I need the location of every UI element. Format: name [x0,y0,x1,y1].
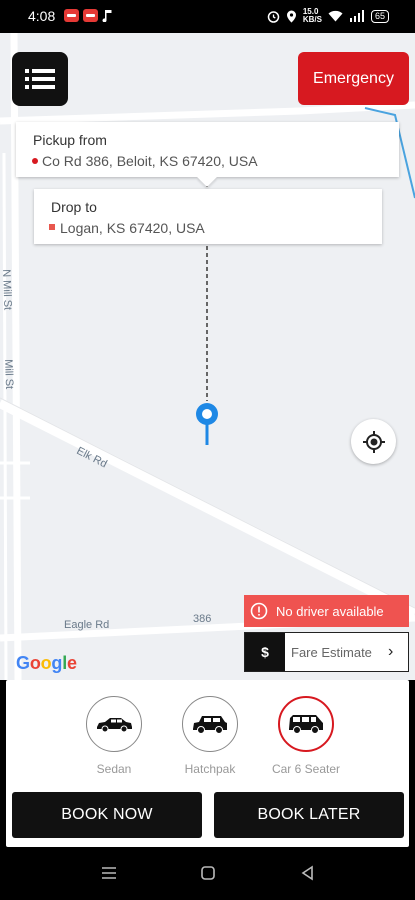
drop-address: Logan, KS 67420, USA [60,220,205,236]
speed-unit: KB/S [302,15,322,24]
crosshair-icon [362,430,385,453]
pickup-address: Co Rd 386, Beloit, KS 67420, USA [42,153,258,169]
vehicle-circle[interactable] [86,696,142,752]
wifi-icon [328,10,343,22]
vehicle-circle[interactable] [182,696,238,752]
my-location-button[interactable] [351,419,396,464]
vehicle-option-6-seater[interactable]: Car 6 Seater [256,696,356,776]
home-icon[interactable] [200,865,216,881]
system-status-icons: 15.0 KB/S 65 [267,8,389,24]
vehicle-label: Hatchpak [184,762,236,776]
chevron-right-icon: › [388,643,394,660]
fare-estimate-button[interactable]: $ Fare Estimate › [244,632,409,672]
network-speed: 15.0 KB/S [303,8,322,24]
notification-icons [64,9,114,22]
pickup-label: Pickup from [33,132,107,148]
emergency-button[interactable]: Emergency [298,52,409,105]
no-driver-text: No driver available [276,603,384,619]
vehicle-label: Car 6 Seater [271,762,341,776]
battery-level: 65 [370,9,389,23]
alert-circle-icon [250,602,268,620]
alarm-icon [267,10,280,23]
book-later-button[interactable]: BOOK LATER [214,792,404,838]
vehicle-option-sedan[interactable]: Sedan [64,696,164,776]
google-logo: Google [16,653,77,673]
status-bar: 4:08 15.0 KB/S 65 [0,0,415,33]
drop-label: Drop to [51,199,97,215]
sedan-car-icon [97,718,132,733]
menu-button[interactable] [12,52,68,106]
list-menu-icon [25,69,55,89]
status-time: 4:08 [28,8,56,24]
drop-location-card[interactable]: Drop to Logan, KS 67420, USA [34,189,382,244]
media-note-icon [102,10,112,22]
map-view[interactable]: N Mill St Mill St Elk Rd Eagle Rd 386 Em… [0,33,415,680]
vehicle-selection-sheet: Sedan Hatchpak Car 6 Seater BOOK NOW BOO… [6,680,409,847]
pickup-location-card[interactable]: Pickup from Co Rd 386, Beloit, KS 67420,… [16,122,399,187]
recent-apps-icon[interactable] [100,865,118,881]
road-number-label: 386 [193,613,212,625]
fare-estimate-label: Fare Estimate [291,644,372,660]
drop-square-icon [49,224,55,230]
street-label: N Mill St [0,269,14,311]
notification-app-icon [83,9,98,22]
vehicle-label: Sedan [96,762,132,776]
book-now-button[interactable]: BOOK NOW [12,792,202,838]
pickup-dot-icon [32,158,38,164]
vehicle-circle-selected[interactable] [278,696,334,752]
no-driver-alert: No driver available [244,595,409,627]
street-label: Mill St [2,359,16,390]
hatchback-car-icon [193,716,227,734]
signal-icon [349,10,364,22]
dollar-icon: $ [245,633,285,671]
system-nav-bar [0,848,415,900]
notification-app-icon [64,9,79,22]
vehicle-option-hatchback[interactable]: Hatchpak [160,696,260,776]
back-icon[interactable] [300,865,316,881]
street-label: Eagle Rd [64,619,110,631]
location-icon [286,10,296,22]
suv-car-icon [289,715,323,734]
